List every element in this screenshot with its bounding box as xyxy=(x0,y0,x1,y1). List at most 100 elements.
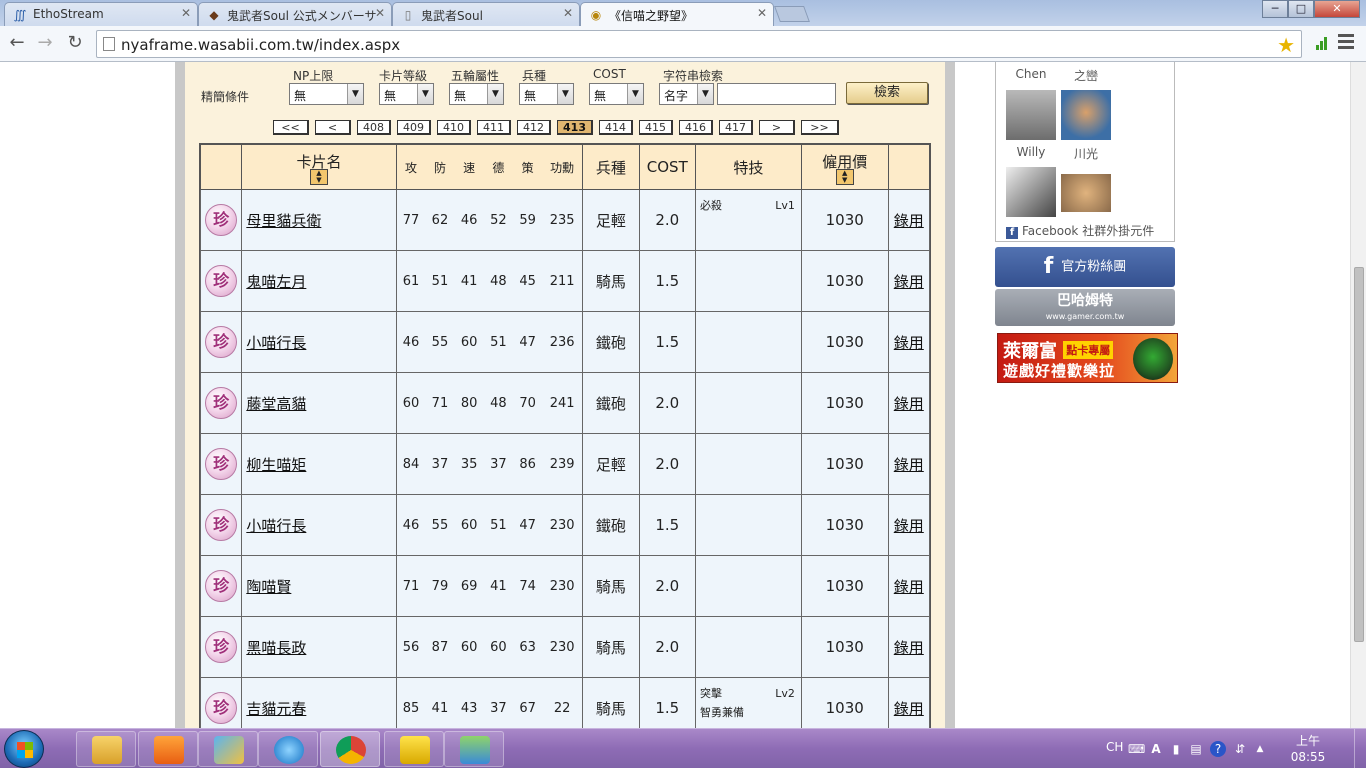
help-icon[interactable]: ? xyxy=(1210,741,1226,757)
taskbar-explorer[interactable] xyxy=(76,731,136,767)
start-button[interactable] xyxy=(4,730,44,768)
close-window-button[interactable]: ✕ xyxy=(1314,0,1360,18)
page-link[interactable]: > xyxy=(759,120,795,135)
page-link[interactable]: 409 xyxy=(397,120,431,135)
search-type-select[interactable]: 名字 ▼ xyxy=(659,83,714,105)
gamer-button[interactable]: 巴哈姆特 www.gamer.com.tw xyxy=(995,289,1175,326)
clock[interactable]: 上午 08:55 2012/11/6 xyxy=(1278,733,1340,781)
element-select[interactable]: 無 ▼ xyxy=(449,83,504,105)
taskbar-users[interactable] xyxy=(444,731,504,767)
page-link[interactable]: 411 xyxy=(477,120,511,135)
fb-social-plugin[interactable]: f Facebook 社群外掛元件 xyxy=(1006,222,1154,239)
taskbar-chrome[interactable] xyxy=(320,731,380,767)
layout-icon[interactable]: ▮ xyxy=(1168,741,1184,757)
minimize-button[interactable]: ─ xyxy=(1262,0,1288,18)
hire-link[interactable]: 錄用 xyxy=(894,456,924,474)
card-name-link[interactable]: 黑喵長政 xyxy=(246,639,306,657)
hire-link[interactable]: 錄用 xyxy=(894,334,924,352)
extension-signal-icon[interactable] xyxy=(1316,36,1330,50)
taskbar-media[interactable] xyxy=(138,731,198,767)
fan-name[interactable]: 之巒 xyxy=(1061,67,1111,84)
hire-link[interactable]: 錄用 xyxy=(894,700,924,718)
fan-name[interactable]: Chen xyxy=(1006,67,1056,81)
page-link[interactable]: 415 xyxy=(639,120,673,135)
close-icon[interactable]: ✕ xyxy=(563,6,573,20)
sort-icon[interactable]: ▲ ▼ xyxy=(835,169,854,185)
level-select[interactable]: 無 ▼ xyxy=(379,83,434,105)
taskbar-ie[interactable] xyxy=(258,731,318,767)
taskbar-app[interactable] xyxy=(384,731,444,767)
language-indicator[interactable]: CH xyxy=(1106,740,1123,754)
name-header: 卡片名 ▲ ▼ xyxy=(241,144,397,190)
fan-avatar[interactable] xyxy=(1061,174,1111,212)
menu-icon[interactable] xyxy=(1338,34,1354,50)
hire-link[interactable]: 錄用 xyxy=(894,517,924,535)
maximize-button[interactable]: □ xyxy=(1288,0,1314,18)
page-link[interactable]: 408 xyxy=(357,120,391,135)
page-link[interactable]: 410 xyxy=(437,120,471,135)
fan-avatar[interactable] xyxy=(1006,167,1056,217)
page-link[interactable]: >> xyxy=(801,120,839,135)
close-icon[interactable]: ✕ xyxy=(181,6,191,20)
page-link[interactable]: 414 xyxy=(599,120,633,135)
fan-name[interactable]: 川光 xyxy=(1061,145,1111,162)
tab-ethostream[interactable]: ∭ EthoStream ✕ xyxy=(4,2,198,26)
search-button[interactable]: 檢索 xyxy=(846,82,928,104)
hire-link[interactable]: 錄用 xyxy=(894,578,924,596)
page-link[interactable]: 416 xyxy=(679,120,713,135)
ethostream-icon: ∭ xyxy=(13,8,27,22)
page-link[interactable]: < xyxy=(315,120,351,135)
np-select[interactable]: 無 ▼ xyxy=(289,83,364,105)
window-icon[interactable]: ▤ xyxy=(1188,741,1204,757)
card-name-link[interactable]: 吉貓元春 xyxy=(246,700,306,718)
card-name-link[interactable]: 小喵行長 xyxy=(246,334,306,352)
hire-link[interactable]: 錄用 xyxy=(894,273,924,291)
back-arrow-icon[interactable]: ← xyxy=(6,32,28,54)
close-icon[interactable]: ✕ xyxy=(757,6,767,20)
url-text[interactable]: nyaframe.wasabii.com.tw/index.aspx xyxy=(121,36,400,54)
card-name-link[interactable]: 陶喵賢 xyxy=(246,578,291,596)
fan-avatar[interactable] xyxy=(1061,90,1111,140)
address-bar[interactable]: nyaframe.wasabii.com.tw/index.aspx ★ xyxy=(96,30,1302,58)
hire-link[interactable]: 錄用 xyxy=(894,212,924,230)
fan-name[interactable]: Willy xyxy=(1006,145,1056,159)
search-input[interactable] xyxy=(717,83,836,105)
users-icon xyxy=(460,736,490,764)
new-tab-button[interactable] xyxy=(774,6,810,22)
troop-select[interactable]: 無 ▼ xyxy=(519,83,574,105)
hilife-ad-banner[interactable]: 萊爾富 點卡專屬 遊戲好禮歡樂拉 xyxy=(997,333,1178,383)
reload-icon[interactable]: ↻ xyxy=(64,32,86,54)
skill-cell: 必殺 Lv1 xyxy=(695,189,802,251)
sort-icon[interactable]: ▲ ▼ xyxy=(309,169,328,185)
tab-onimusha-official[interactable]: ◆ 鬼武者Soul 公式メンバーサ ✕ xyxy=(198,2,392,26)
vertical-scrollbar[interactable] xyxy=(1350,62,1366,728)
tab-onimusha[interactable]: ▯ 鬼武者Soul ✕ xyxy=(392,2,580,26)
hire-link[interactable]: 錄用 xyxy=(894,639,924,657)
card-name-link[interactable]: 柳生喵矩 xyxy=(246,456,306,474)
card-name-link[interactable]: 藤堂高貓 xyxy=(246,395,306,413)
page-link[interactable]: 417 xyxy=(719,120,753,135)
close-icon[interactable]: ✕ xyxy=(375,6,385,20)
card-name-link[interactable]: 鬼喵左月 xyxy=(246,273,306,291)
card-table-body: 珍母里貓兵衛 77 62 46 52 59 235 足輕 2.0 必殺 Lv1 1030 錄用珍鬼喵左月… xyxy=(199,189,931,728)
page-link[interactable]: 412 xyxy=(517,120,551,135)
keyboard-icon[interactable]: ⌨ xyxy=(1128,741,1145,757)
forward-arrow-icon[interactable]: → xyxy=(34,32,56,54)
tab-nyanko[interactable]: ◉ 《信喵之野望》 ✕ xyxy=(580,2,774,27)
page-link[interactable]: << xyxy=(273,120,309,135)
card-name-link[interactable]: 母里貓兵衛 xyxy=(246,212,321,230)
bookmark-star-icon[interactable]: ★ xyxy=(1277,33,1295,57)
taskbar-paint[interactable] xyxy=(198,731,258,767)
font-icon[interactable]: A xyxy=(1148,741,1164,757)
show-hidden-icon[interactable]: ▲ xyxy=(1252,741,1268,757)
page-current[interactable]: 413 xyxy=(557,120,593,135)
card-name-link[interactable]: 小喵行長 xyxy=(246,517,306,535)
show-desktop-button[interactable] xyxy=(1354,729,1366,769)
cost-select[interactable]: 無 ▼ xyxy=(589,83,644,105)
fb-fan-page-button[interactable]: f 官方粉絲團 xyxy=(995,247,1175,287)
ime-toggle-icon[interactable]: ⇵ xyxy=(1232,741,1248,757)
browser-toolbar: ← → ↻ nyaframe.wasabii.com.tw/index.aspx… xyxy=(0,26,1366,62)
hire-link[interactable]: 錄用 xyxy=(894,395,924,413)
scrollbar-thumb[interactable] xyxy=(1354,267,1364,642)
fan-avatar[interactable] xyxy=(1006,90,1056,140)
